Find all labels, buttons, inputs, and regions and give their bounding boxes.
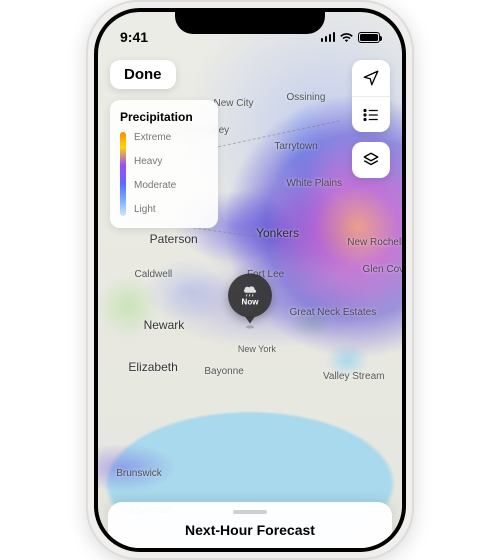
done-button[interactable]: Done xyxy=(110,60,176,89)
city-label: Paterson xyxy=(150,232,198,246)
forecast-bottom-sheet[interactable]: Next-Hour Forecast xyxy=(108,502,392,548)
phone-frame: 9:41 Done Precipitation Extreme Heavy xyxy=(86,0,414,560)
phone-bezel: 9:41 Done Precipitation Extreme Heavy xyxy=(94,8,406,552)
done-label: Done xyxy=(124,66,162,83)
list-view-button[interactable] xyxy=(352,96,390,132)
layers-icon xyxy=(362,151,380,169)
city-label: New York xyxy=(238,344,276,354)
pin-now-label: Now xyxy=(242,298,259,307)
city-label: Newark xyxy=(144,318,185,332)
wifi-icon xyxy=(339,32,354,43)
city-label: New Rochelle xyxy=(347,237,402,248)
legend-level-extreme: Extreme xyxy=(134,133,176,143)
map-controls xyxy=(352,60,390,178)
battery-icon xyxy=(358,32,380,43)
city-label: Great Neck Estates xyxy=(290,307,377,318)
cloud-rain-icon xyxy=(241,285,259,297)
legend-level-heavy: Heavy xyxy=(134,157,176,167)
legend-title: Precipitation xyxy=(120,110,208,124)
map-layers-button[interactable] xyxy=(352,142,390,178)
cellular-signal-icon xyxy=(321,32,336,42)
notch xyxy=(175,8,325,34)
city-label: Ossining xyxy=(286,92,325,103)
weather-map-screen[interactable]: 9:41 Done Precipitation Extreme Heavy xyxy=(98,12,402,548)
locate-me-button[interactable] xyxy=(352,60,390,96)
city-label: Yonkers xyxy=(256,226,299,240)
city-label: Bayonne xyxy=(204,366,243,377)
drag-handle-icon[interactable] xyxy=(233,510,267,514)
legend-level-moderate: Moderate xyxy=(134,181,176,191)
city-label: White Plains xyxy=(286,178,342,189)
city-label: Brunswick xyxy=(116,468,162,479)
precipitation-legend: Precipitation Extreme Heavy Moderate Lig… xyxy=(110,100,218,228)
current-location-pin[interactable]: Now xyxy=(228,274,272,329)
city-label: Elizabeth xyxy=(128,360,177,374)
city-label: Valley Stream xyxy=(323,371,385,382)
status-time: 9:41 xyxy=(120,29,148,45)
city-label: New City xyxy=(214,98,254,109)
list-icon xyxy=(362,106,380,124)
location-arrow-icon xyxy=(362,69,380,87)
legend-level-light: Light xyxy=(134,205,176,215)
sheet-title: Next-Hour Forecast xyxy=(124,522,376,538)
legend-labels: Extreme Heavy Moderate Light xyxy=(134,132,176,216)
city-label: Glen Cove xyxy=(362,264,402,275)
city-label: Tarrytown xyxy=(274,141,317,152)
legend-gradient-icon xyxy=(120,132,126,216)
status-indicators xyxy=(321,32,381,43)
city-label: Caldwell xyxy=(134,269,172,280)
